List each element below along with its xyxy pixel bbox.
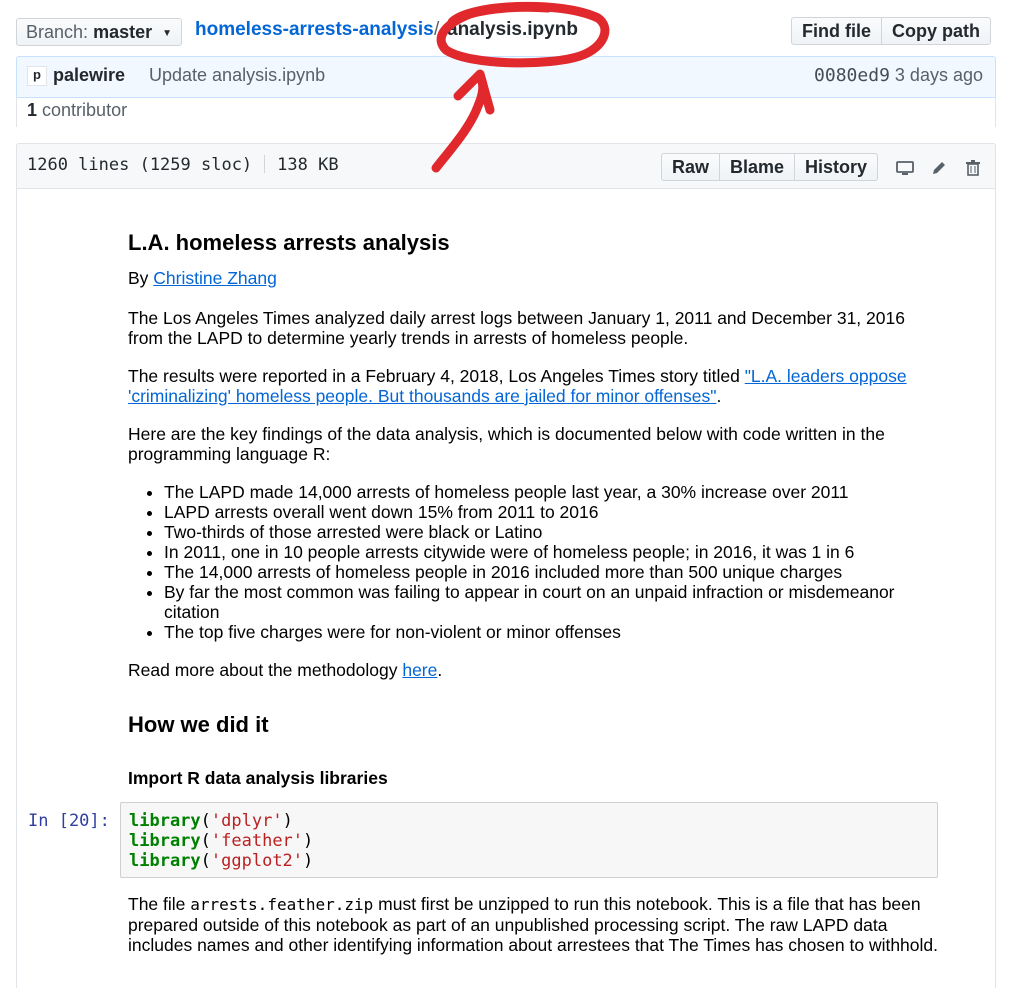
breadcrumb-file-name: analysis.ipynb bbox=[447, 19, 578, 40]
para-findings-intro: Here are the key findings of the data an… bbox=[128, 424, 885, 464]
commit-sha-link[interactable]: 0080ed9 bbox=[814, 65, 890, 86]
caret-down-icon: ▼ bbox=[162, 28, 173, 39]
finding-item: LAPD arrests overall went down 15% from … bbox=[164, 502, 938, 522]
byline: By Christine Zhang bbox=[128, 268, 938, 288]
code-string: 'feather' bbox=[210, 831, 304, 851]
commit-meta: 0080ed9 3 days ago bbox=[814, 65, 983, 86]
finding-item: In 2011, one in 10 people arrests citywi… bbox=[164, 542, 938, 562]
section-heading: How we did it bbox=[128, 712, 269, 737]
code-line: library('dplyr') bbox=[129, 811, 293, 831]
author-link[interactable]: Christine Zhang bbox=[153, 268, 277, 288]
read-more: Read more about the methodology here. bbox=[128, 660, 938, 680]
commit-tease: p palewire Update analysis.ipynb 0080ed9… bbox=[16, 56, 996, 98]
file-header: 1260 lines (1259 sloc) 138 KB Raw Blame H… bbox=[16, 143, 996, 189]
finding-item: By far the most common was failing to ap… bbox=[164, 582, 938, 622]
commit-age: 3 days ago bbox=[894, 65, 983, 85]
code-function: library bbox=[129, 851, 201, 871]
branch-value: master bbox=[93, 22, 153, 42]
code-function: library bbox=[129, 811, 201, 831]
notebook-title: L.A. homeless arrests analysis bbox=[128, 230, 450, 255]
cell-prompt: In [20]: bbox=[28, 811, 110, 831]
section-heading-block: How we did it bbox=[128, 712, 938, 738]
feather-paragraph: The file arrests.feather.zip must first … bbox=[128, 894, 938, 955]
avatar[interactable]: p bbox=[27, 66, 47, 86]
read-more-prefix: Read more about the methodology bbox=[128, 660, 403, 680]
inline-code-filename: arrests.feather.zip bbox=[190, 895, 374, 914]
file-info-divider bbox=[264, 155, 266, 173]
findings-list-block: The LAPD made 14,000 arrests of homeless… bbox=[128, 482, 938, 642]
subheading-block: Import R data analysis libraries bbox=[128, 767, 938, 789]
file-line-count: 1260 lines (1259 sloc) bbox=[27, 155, 253, 175]
code-string: 'ggplot2' bbox=[210, 851, 304, 871]
finding-item: The LAPD made 14,000 arrests of homeless… bbox=[164, 482, 938, 502]
file-nav-buttons: Find file Copy path bbox=[791, 17, 991, 45]
blame-button[interactable]: Blame bbox=[719, 153, 796, 181]
raw-button[interactable]: Raw bbox=[661, 153, 721, 181]
pencil-icon[interactable] bbox=[928, 157, 950, 179]
code-function: library bbox=[129, 831, 201, 851]
file-info: 1260 lines (1259 sloc) 138 KB bbox=[27, 155, 339, 175]
para-results-prefix: The results were reported in a February … bbox=[128, 366, 745, 386]
history-button[interactable]: History bbox=[794, 153, 879, 181]
file-size: 138 KB bbox=[277, 155, 339, 175]
read-more-suffix: . bbox=[437, 660, 443, 680]
code-line: library('feather') bbox=[129, 831, 314, 851]
find-file-button[interactable]: Find file bbox=[791, 17, 882, 45]
breadcrumb-repo-link[interactable]: homeless-arrests-analysis bbox=[195, 18, 434, 42]
contributors-bar: 1 contributor bbox=[16, 97, 996, 127]
subheading: Import R data analysis libraries bbox=[128, 768, 388, 788]
file-actions: Raw Blame History bbox=[661, 153, 879, 181]
commit-message-link[interactable]: Update analysis.ipynb bbox=[149, 65, 325, 86]
finding-item: Two-thirds of those arrested were black … bbox=[164, 522, 938, 542]
branch-label: Branch: bbox=[26, 22, 89, 42]
byline-prefix: By bbox=[128, 268, 154, 288]
para-intro: The Los Angeles Times analyzed daily arr… bbox=[128, 308, 905, 348]
contributors-link[interactable]: 1 contributor bbox=[27, 100, 127, 121]
code-line: library('ggplot2') bbox=[129, 851, 314, 871]
code-cell[interactable]: library('dplyr') library('feather') libr… bbox=[120, 802, 938, 878]
desktop-icon[interactable] bbox=[894, 157, 916, 179]
contributors-count: 1 bbox=[27, 100, 38, 120]
trash-icon[interactable] bbox=[962, 157, 984, 179]
para-results-suffix: . bbox=[716, 386, 722, 406]
intro-paragraph: The Los Angeles Times analyzed daily arr… bbox=[128, 308, 938, 348]
results-paragraph: The results were reported in a February … bbox=[128, 366, 938, 406]
copy-path-button[interactable]: Copy path bbox=[881, 17, 991, 45]
notebook-title-block: L.A. homeless arrests analysis bbox=[128, 230, 938, 256]
breadcrumb-separator: / bbox=[434, 19, 440, 40]
methodology-link[interactable]: here bbox=[402, 660, 437, 680]
finding-item: The top five charges were for non-violen… bbox=[164, 622, 938, 642]
contributors-label: contributor bbox=[42, 100, 128, 120]
commit-author-link[interactable]: palewire bbox=[53, 65, 125, 86]
findings-intro: Here are the key findings of the data an… bbox=[128, 424, 938, 464]
para-feather-prefix: The file bbox=[128, 894, 191, 914]
finding-item: The 14,000 arrests of homeless people in… bbox=[164, 562, 938, 582]
findings-list: The LAPD made 14,000 arrests of homeless… bbox=[128, 482, 938, 642]
code-string: 'dplyr' bbox=[210, 811, 283, 831]
branch-select-button[interactable]: Branch: master ▼ bbox=[16, 18, 182, 46]
